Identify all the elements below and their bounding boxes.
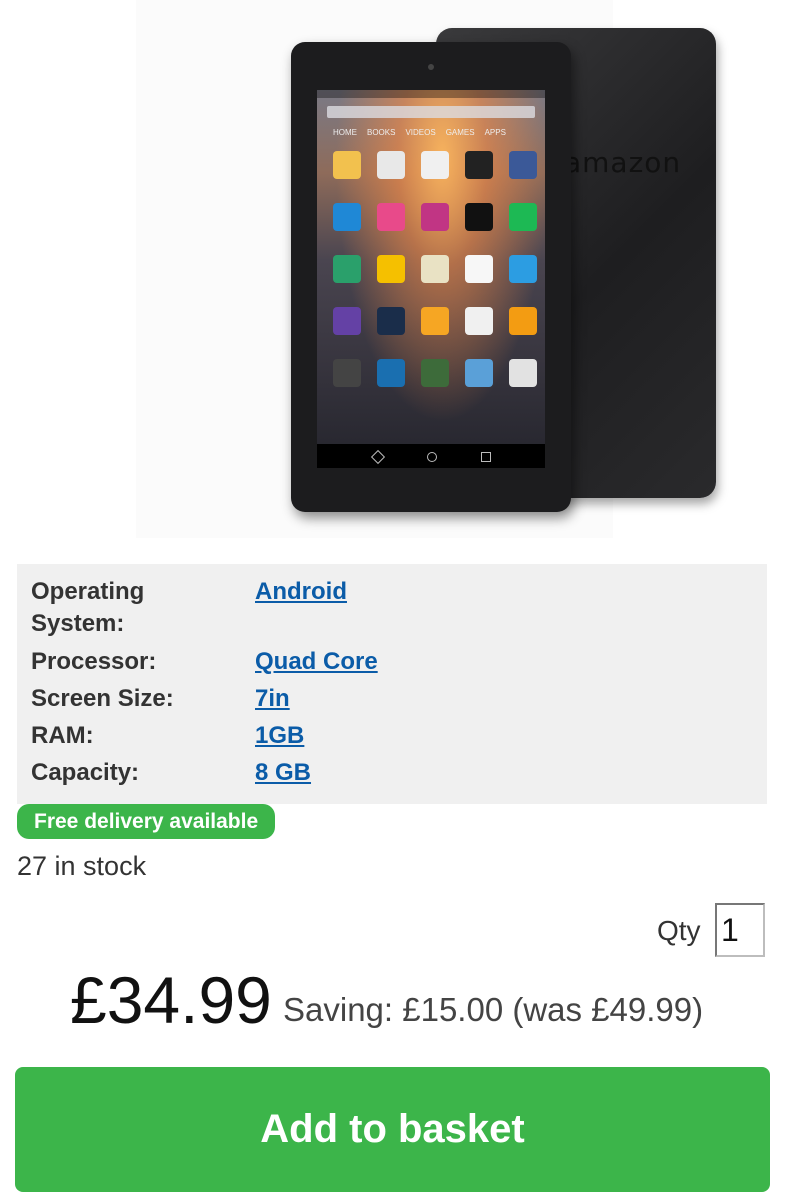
app-icon <box>465 255 493 283</box>
spec-link-operating-system[interactable]: Android <box>255 576 347 608</box>
specifications-table: Operating System: Android Processor: Qua… <box>17 564 767 804</box>
app-icon <box>421 307 449 335</box>
free-delivery-badge: Free delivery available <box>17 804 276 839</box>
spec-label: Operating System: <box>31 578 145 637</box>
brand-logo: amazon <box>564 146 682 179</box>
spec-link-processor[interactable]: Quad Core <box>255 646 378 678</box>
app-icon <box>509 255 537 283</box>
app-icon <box>509 151 537 179</box>
app-icon <box>377 359 405 387</box>
app-icon <box>421 203 449 231</box>
spec-label: Capacity: <box>31 759 140 786</box>
recents-icon <box>481 452 491 462</box>
tablet-front-illustration: HOME BOOKS VIDEOS GAMES APPS <box>291 42 571 512</box>
app-icon <box>421 359 449 387</box>
spec-label: Screen Size: <box>31 685 174 712</box>
screen-search-bar <box>327 106 535 118</box>
screen-tab: GAMES <box>445 128 475 137</box>
screen-nav-bar <box>317 444 545 468</box>
home-icon <box>427 452 437 462</box>
spec-label: RAM: <box>31 722 94 749</box>
saving-text: Saving: £15.00 (was £49.99) <box>283 991 704 1028</box>
app-icon <box>465 151 493 179</box>
qty-label: Qty <box>657 915 701 946</box>
screen-tab: BOOKS <box>367 128 396 137</box>
product-image[interactable]: amazon HOME BOOKS VIDEOS GAMES APPS <box>136 0 716 538</box>
app-icon <box>509 307 537 335</box>
screen-tab: HOME <box>333 128 357 137</box>
app-icon <box>377 203 405 231</box>
app-icon <box>465 359 493 387</box>
app-icon <box>377 151 405 179</box>
app-icon <box>421 255 449 283</box>
app-icon <box>509 203 537 231</box>
qty-input[interactable] <box>715 903 765 957</box>
spec-link-ram[interactable]: 1GB <box>255 720 304 752</box>
add-to-basket-button[interactable]: Add to basket <box>15 1067 770 1192</box>
app-icon-grid <box>317 137 545 387</box>
screen-tab: VIDEOS <box>405 128 436 137</box>
spec-link-capacity[interactable]: 8 GB <box>255 757 311 789</box>
app-icon <box>465 203 493 231</box>
back-icon <box>370 449 386 465</box>
spec-label: Processor: <box>31 648 157 675</box>
stock-status: 27 in stock <box>17 851 147 881</box>
current-price: £34.99 <box>70 963 272 1037</box>
app-icon <box>465 307 493 335</box>
app-icon <box>377 307 405 335</box>
tablet-screen: HOME BOOKS VIDEOS GAMES APPS <box>317 90 545 468</box>
app-icon <box>333 359 361 387</box>
spec-link-screen-size[interactable]: 7in <box>255 683 290 715</box>
camera-icon <box>428 64 434 70</box>
app-icon <box>333 307 361 335</box>
screen-tab: APPS <box>484 128 506 137</box>
app-icon <box>333 203 361 231</box>
app-icon <box>421 151 449 179</box>
app-icon <box>377 255 405 283</box>
app-icon <box>509 359 537 387</box>
screen-tabs: HOME BOOKS VIDEOS GAMES APPS <box>317 118 545 137</box>
app-icon <box>333 255 361 283</box>
spec-row-operating-system: Operating System: Android <box>17 576 767 646</box>
app-icon <box>333 151 361 179</box>
